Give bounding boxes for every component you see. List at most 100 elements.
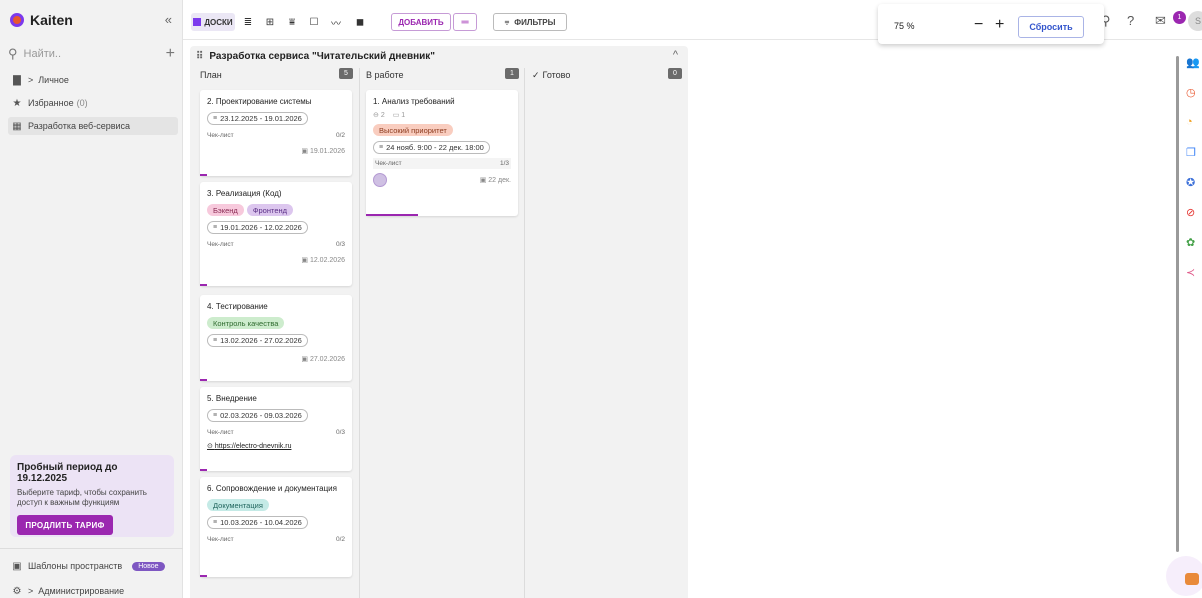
card-progress-bar	[200, 575, 207, 577]
card[interactable]: 4. Тестирование Контроль качества ≡ 13.02…	[200, 295, 352, 381]
card-title: 4. Тестирование	[207, 302, 268, 311]
avatar[interactable]: S	[1188, 11, 1202, 31]
card[interactable]: 5. Внедрение ≡ 02.03.2026 - 09.03.2026 Че…	[200, 387, 352, 471]
history-icon[interactable]: ◔	[1186, 116, 1193, 128]
zoom-out-icon[interactable]: −	[974, 16, 983, 34]
sidebar-item-favorites[interactable]: ★ Избранное (0)	[12, 95, 88, 111]
support-chat-button[interactable]	[1166, 556, 1202, 596]
new-badge: Новое	[132, 561, 165, 571]
sidebar-item-board[interactable]: ▦ Разработка веб-сервиса	[8, 117, 178, 135]
tag: Бэкенд	[207, 204, 244, 216]
expand-arrow: >	[28, 75, 34, 85]
favorites-count: (0)	[76, 98, 88, 108]
share-icon[interactable]: ≺	[1186, 266, 1195, 279]
dates-text: 24 нояб. 9:00 - 22 дек. 18:00	[386, 143, 484, 152]
logo-icon	[10, 13, 24, 27]
app-name: Kaiten	[30, 12, 73, 28]
card-title: 5. Внедрение	[207, 394, 257, 403]
filter-icon: ⩦	[504, 17, 510, 26]
card-checklist: Чек-лист 0/3	[207, 429, 345, 436]
timeline-icon: ≡	[213, 412, 218, 419]
card[interactable]: 2. Проектирование системы ≡ 23.12.2025 - …	[200, 90, 352, 176]
card-checklist: Чек-лист 1/3	[373, 158, 511, 169]
sidebar-item-templates[interactable]: ▣ Шаблоны пространств Новое	[12, 558, 165, 574]
table-view-icon[interactable]: ⊞	[261, 13, 279, 31]
board-title: Разработка сервиса "Читательский дневник…	[209, 50, 436, 62]
search-placeholder: Найти..	[23, 48, 62, 60]
addon-icon[interactable]: ✿	[1186, 236, 1195, 249]
blocked-icon[interactable]: ⊘	[1186, 206, 1195, 219]
card-dates: ≡ 19.01.2026 - 12.02.2026	[207, 221, 308, 234]
help-icon[interactable]: ?	[1127, 13, 1134, 28]
dates-text: 13.02.2026 - 27.02.2026	[220, 336, 302, 345]
checklist-progress: 0/3	[335, 241, 345, 248]
card-progress-bar	[200, 174, 207, 176]
calendar-view-icon[interactable]: ☐	[305, 13, 323, 31]
trial-promo: Пробный период до 19.12.2025 Выберите та…	[10, 455, 174, 537]
card[interactable]: 3. Реализация (Код) Бэкенд Фронтенд ≡ 19.…	[200, 182, 352, 286]
tag: Контроль качества	[207, 317, 285, 329]
sidebar-item-label: Разработка веб-сервиса	[28, 121, 131, 131]
sidebar-search[interactable]: ⚲ Найти.. +	[8, 44, 175, 64]
board-collapse-icon[interactable]: ^	[673, 49, 678, 61]
card-link[interactable]: ⊙ https://electro-dnevnik.ru	[207, 442, 345, 450]
star-icon: ★	[12, 97, 22, 109]
checklist-label: Чек-лист	[375, 160, 402, 167]
automation-icon[interactable]: ✪	[1186, 176, 1195, 189]
due-text: 27.02.2026	[309, 356, 345, 363]
column-header-done: ✓ Готово	[532, 68, 570, 82]
sidebar-item-personal[interactable]: ▇ > Личное	[12, 72, 69, 88]
card-checklist: Чек-лист 0/3	[207, 241, 345, 248]
zoom-value: 75 %	[894, 21, 915, 31]
checklist-label: Чек-лист	[207, 132, 234, 139]
card-tags: Бэкенд Фронтенд	[207, 204, 345, 216]
scrollbar[interactable]	[1176, 56, 1179, 552]
timer-icon[interactable]: ◷	[1186, 86, 1196, 99]
card-due: ▣ 12.02.2026	[207, 256, 345, 264]
avatar[interactable]	[373, 173, 387, 187]
comments-count: ▭ 1	[393, 111, 405, 119]
timeline-view-icon[interactable]: ⩸	[283, 13, 301, 31]
checklist-progress: 0/2	[335, 132, 345, 139]
card-due: ▣ 27.02.2026	[207, 355, 345, 363]
collapse-sidebar-icon[interactable]: «	[165, 12, 172, 27]
chart-view-icon[interactable]: 〰	[327, 13, 345, 31]
checklist-progress: 0/3	[335, 429, 345, 436]
list-view-icon[interactable]: ≣	[239, 13, 257, 31]
card-meta: ⊖ 2 ▭ 1	[373, 111, 511, 119]
zoom-reset-button[interactable]: Сбросить	[1018, 16, 1084, 38]
due-text: 22 дек.	[488, 177, 511, 184]
users-icon[interactable]: 👥	[1186, 56, 1200, 69]
notifications-icon[interactable]: ✉	[1155, 13, 1166, 29]
timeline-icon: ≡	[213, 519, 218, 526]
card-dates: ≡ 23.12.2025 - 19.01.2026	[207, 112, 308, 125]
due-text: 12.02.2026	[309, 257, 345, 264]
app-root: Kaiten « ⚲ Найти.. + ▇ > Личное ★ Избран…	[0, 0, 1202, 598]
dates-text: 10.03.2026 - 10.04.2026	[220, 518, 302, 527]
boards-view-button[interactable]: ДОСКИ	[191, 13, 235, 31]
card-tags: Высокий приоритет	[373, 124, 511, 136]
card[interactable]: 6. Сопровождение и документация Документ…	[200, 477, 352, 577]
drag-handle-icon[interactable]: ⠿	[196, 51, 203, 62]
notifications-badge: 1	[1173, 11, 1186, 24]
link-text: https://electro-dnevnik.ru	[214, 443, 292, 450]
check-icon: ✓	[532, 69, 540, 80]
sidebar-item-admin[interactable]: ⚙ > Администрирование	[12, 583, 125, 598]
column-count: 0	[668, 68, 682, 79]
checklist-label: Чек-лист	[207, 536, 234, 543]
copy-icon[interactable]: ❐	[1186, 146, 1196, 159]
filters-button[interactable]: ⩦ ФИЛЬТРЫ	[493, 13, 567, 31]
card-dates: ≡ 02.03.2026 - 09.03.2026	[207, 409, 308, 422]
card-title: 3. Реализация (Код)	[207, 189, 282, 198]
zoom-in-icon[interactable]: +	[995, 16, 1004, 34]
add-button[interactable]: ДОБАВИТЬ	[391, 13, 451, 31]
extend-plan-button[interactable]: ПРОДЛИТЬ ТАРИФ	[17, 515, 113, 535]
card[interactable]: 1. Анализ требований ⊖ 2 ▭ 1 Высокий при…	[366, 90, 518, 216]
logo[interactable]: Kaiten	[10, 10, 73, 30]
card-view-icon[interactable]: ◼	[351, 13, 369, 31]
chat-icon	[1185, 573, 1199, 585]
checklist-progress: 1/3	[499, 160, 509, 167]
timeline-icon: ≡	[213, 115, 218, 122]
add-options-icon[interactable]: ═	[453, 13, 477, 31]
add-space-icon[interactable]: +	[166, 45, 175, 63]
